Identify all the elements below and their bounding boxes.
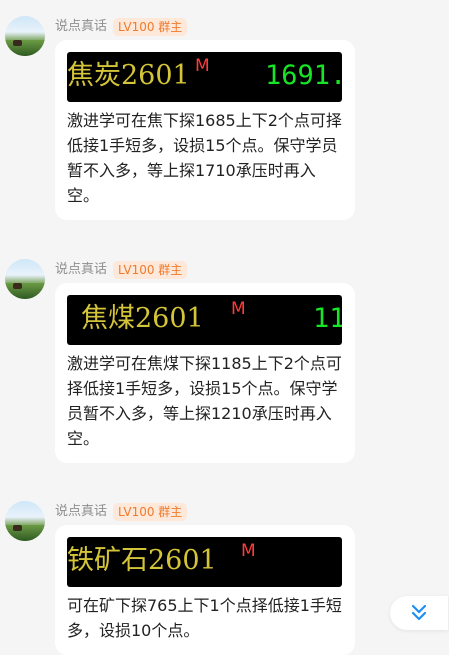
avatar[interactable] (5, 501, 45, 541)
double-chevron-down-icon (411, 604, 427, 621)
quote-contract-name: 铁矿石2601 (67, 545, 217, 576)
role-badge: LV100 群主 (113, 18, 188, 36)
quote-marker: M (231, 299, 246, 319)
scroll-to-bottom-button[interactable] (390, 596, 448, 630)
role-badge: LV100 群主 (113, 503, 188, 521)
avatar-grass (5, 40, 45, 56)
avatar-grass (5, 283, 45, 299)
avatar-cow (13, 525, 22, 531)
message-bubble[interactable]: 铁矿石2601 M 可在矿下探765上下1个点择低接1手短多，设损10个点。 (55, 525, 355, 655)
message-bubble[interactable]: 焦炭2601 M 1691. 激进学可在焦下探1685上下2个点可择低接1手短多… (55, 40, 355, 220)
message-bubble[interactable]: 焦煤2601 M 11 激进学可在焦煤下探1185上下2个点可择低接1手短多，设… (55, 283, 355, 463)
message-meta: 说点真话 LV100 群主 (55, 261, 188, 279)
avatar-cow (13, 40, 22, 46)
avatar[interactable] (5, 259, 45, 299)
avatar[interactable] (5, 16, 45, 56)
quote-contract-name: 焦炭2601 (67, 60, 190, 91)
role-badge: LV100 群主 (113, 261, 188, 279)
avatar-cow (13, 283, 22, 289)
quote-image[interactable]: 焦炭2601 M 1691. (67, 52, 342, 102)
quote-image[interactable]: 焦煤2601 M 11 (67, 295, 342, 345)
quote-price: 11 (313, 303, 342, 334)
sender-name[interactable]: 说点真话 (55, 261, 107, 279)
message-text: 激进学可在焦煤下探1185上下2个点可择低接1手短多，设损15个点。保守学员暂不… (67, 354, 342, 448)
sender-name[interactable]: 说点真话 (55, 18, 107, 36)
avatar-grass (5, 525, 45, 541)
message-meta: 说点真话 LV100 群主 (55, 503, 188, 521)
quote-contract-name: 焦煤2601 (81, 303, 204, 334)
quote-image[interactable]: 铁矿石2601 M (67, 537, 342, 587)
quote-marker: M (241, 541, 256, 561)
message-text: 可在矿下探765上下1个点择低接1手短多，设损10个点。 (67, 596, 342, 640)
message-text: 激进学可在焦下探1685上下2个点可择低接1手短多，设损15个点。保守学员暂不入… (67, 111, 342, 205)
quote-price: 1691. (265, 60, 342, 91)
message-meta: 说点真话 LV100 群主 (55, 18, 188, 36)
quote-marker: M (195, 56, 210, 76)
sender-name[interactable]: 说点真话 (55, 503, 107, 521)
